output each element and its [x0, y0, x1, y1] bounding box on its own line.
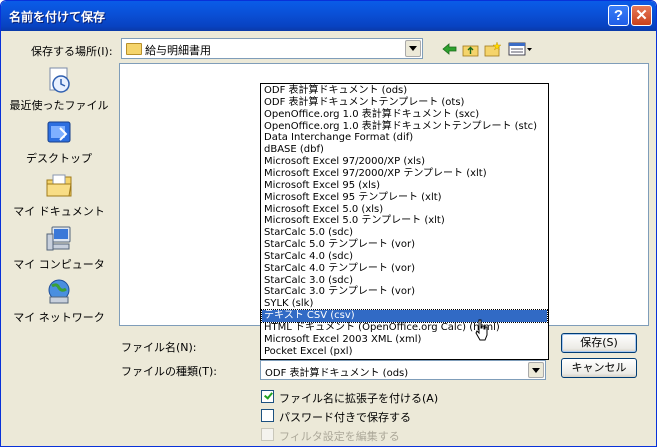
filetype-option[interactable]: Microsoft Excel 97/2000/XP (xls)	[262, 156, 547, 168]
filetype-dropdown-list[interactable]: ODF 表計算ドキュメント (ods) ODF 表計算ドキュメントテンプレート (…	[260, 83, 549, 360]
filetype-option[interactable]: ODF 表計算ドキュメント (ods)	[262, 85, 547, 97]
filetype-option[interactable]: ODF 表計算ドキュメントテンプレート (ots)	[262, 97, 547, 109]
filetype-option[interactable]: Microsoft Excel 5.0 (xls)	[262, 204, 547, 216]
dialog-title: 名前を付けて保存	[9, 10, 106, 24]
filetype-option[interactable]: StarCalc 5.0 (sdc)	[262, 227, 547, 239]
back-arrow-icon[interactable]	[441, 41, 459, 57]
filter-settings-checkbox	[261, 428, 274, 441]
filetype-option[interactable]: StarCalc 5.0 テンプレート (vor)	[262, 239, 547, 251]
filter-settings-label: フィルタ設定を編集する	[279, 430, 400, 443]
my-computer-icon	[46, 226, 71, 251]
filetype-option[interactable]: Data Interchange Format (dif)	[262, 132, 547, 144]
filetype-option[interactable]: Microsoft Excel 95 (xls)	[262, 180, 547, 192]
place-label: マイ ネットワーク	[13, 311, 105, 324]
place-my-network[interactable]: マイ ネットワーク	[9, 275, 109, 327]
hand-cursor-icon	[475, 319, 488, 341]
close-button[interactable]: ✕	[631, 5, 652, 26]
place-label: マイ ドキュメント	[13, 205, 105, 218]
my-network-icon	[48, 279, 70, 304]
chevron-down-icon[interactable]	[405, 40, 421, 57]
folder-icon	[126, 43, 142, 55]
places-bar: 最近使ったファイル デスクトップ マイ ドキュメント マイ コンピュータ マイ …	[9, 63, 109, 325]
filetype-option[interactable]: Microsoft Excel 2003 XML (xml)	[262, 334, 547, 346]
view-menu-icon[interactable]	[508, 41, 534, 57]
filename-label: ファイル名(N):	[121, 341, 197, 354]
filetype-label: ファイルの種類(T):	[121, 365, 218, 378]
desktop-icon	[47, 121, 71, 143]
auto-extension-label: ファイル名に拡張子を付ける(A)	[279, 392, 439, 405]
checkmark-icon	[264, 390, 273, 400]
place-label: マイ コンピュータ	[13, 258, 105, 271]
cancel-button[interactable]: キャンセル	[561, 358, 637, 378]
save-location-combo[interactable]: 給与明細書用	[121, 38, 423, 59]
up-folder-icon[interactable]	[462, 41, 480, 57]
place-my-documents[interactable]: マイ ドキュメント	[9, 169, 109, 221]
my-documents-icon	[46, 174, 72, 197]
password-checkbox[interactable]	[261, 409, 274, 422]
filetype-option[interactable]: Microsoft Excel 95 テンプレート (xlt)	[262, 192, 547, 204]
new-folder-icon[interactable]	[484, 41, 502, 57]
save-location-label: 保存する場所(I):	[31, 45, 113, 58]
filetype-combo[interactable]: ODF 表計算ドキュメント (ods)	[260, 360, 546, 380]
password-label: パスワード付きで保存する	[279, 411, 411, 424]
save-button[interactable]: 保存(S)	[561, 333, 637, 353]
filetype-option[interactable]: StarCalc 4.0 (sdc)	[262, 251, 547, 263]
save-location-value: 給与明細書用	[145, 44, 211, 57]
auto-extension-checkbox[interactable]	[261, 390, 274, 403]
filetype-option[interactable]: テキスト CSV (csv)	[261, 309, 548, 323]
place-recent[interactable]: 最近使ったファイル	[9, 63, 109, 115]
filetype-value: ODF 表計算ドキュメント (ods)	[265, 368, 409, 379]
filetype-option[interactable]: Pocket Excel (pxl)	[262, 346, 547, 358]
filetype-option[interactable]: OpenOffice.org 1.0 表計算ドキュメントテンプレート (stc)	[262, 121, 547, 133]
save-as-dialog: 名前を付けて保存 ? ✕ 保存する場所(I): 給与明細書用 最近使ったファイル…	[0, 0, 657, 447]
filetype-option[interactable]: OpenOffice.org 1.0 表計算ドキュメント (sxc)	[262, 109, 547, 121]
filetype-option[interactable]: Microsoft Excel 97/2000/XP テンプレート (xlt)	[262, 168, 547, 180]
place-my-computer[interactable]: マイ コンピュータ	[9, 222, 109, 274]
filetype-option[interactable]: Microsoft Excel 5.0 テンプレート (xlt)	[262, 215, 547, 227]
recent-documents-icon	[49, 67, 70, 93]
filetype-option[interactable]: StarCalc 4.0 テンプレート (vor)	[262, 263, 547, 275]
place-label: 最近使ったファイル	[9, 99, 109, 112]
place-label: デスクトップ	[26, 152, 92, 165]
filetype-option[interactable]: StarCalc 3.0 テンプレート (vor)	[262, 286, 547, 298]
filetype-option[interactable]: SYLK (slk)	[262, 298, 547, 310]
title-bar[interactable]: 名前を付けて保存 ? ✕	[1, 1, 656, 31]
filetype-option[interactable]: StarCalc 3.0 (sdc)	[262, 275, 547, 287]
filetype-option[interactable]: HTML ドキュメント (OpenOffice.org Calc) (html)	[262, 322, 547, 334]
place-desktop[interactable]: デスクトップ	[9, 116, 109, 168]
help-button[interactable]: ?	[608, 5, 629, 26]
chevron-down-icon[interactable]	[528, 362, 544, 378]
filetype-option[interactable]: dBASE (dbf)	[262, 144, 547, 156]
